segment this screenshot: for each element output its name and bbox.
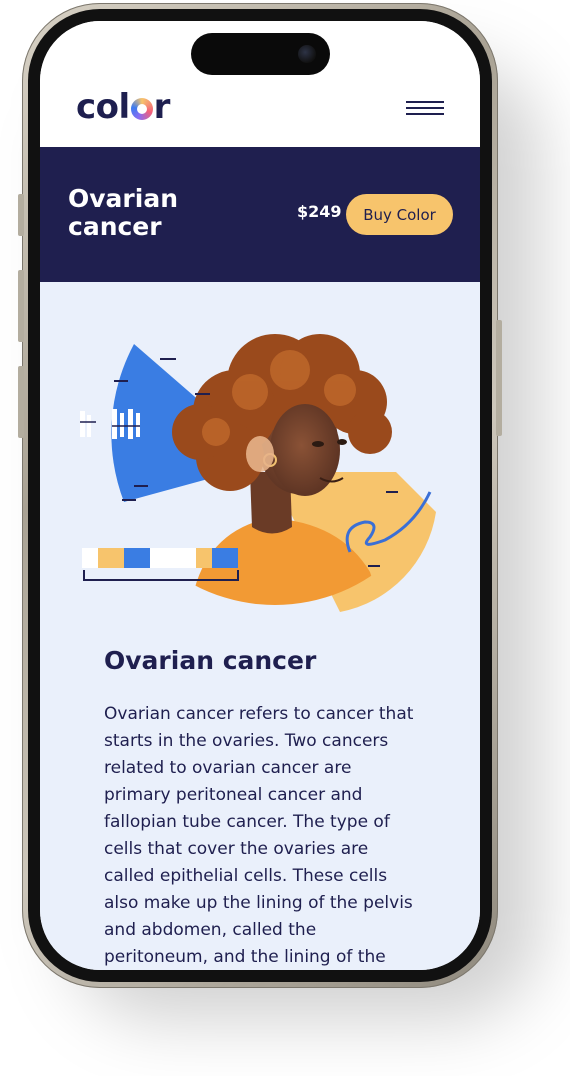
buy-color-button[interactable]: Buy Color [346,194,453,235]
pixel-decoration [80,409,140,439]
menu-line [406,107,444,109]
phone-action-button [18,194,24,236]
menu-line [406,113,444,115]
banner-title: Ovarian cancer [68,184,178,241]
hero-illustration [80,334,436,612]
menu-line [406,101,444,103]
phone-screen: col r Ovarian cancer $249 Buy Color Ovar… [40,21,480,970]
color-logo[interactable]: col r [76,87,170,127]
phone-volume-down-button [18,366,24,438]
dynamic-island [191,33,330,75]
logo-ring-icon [130,98,153,120]
product-banner: Ovarian cancer $249 Buy Color [40,147,480,282]
hamburger-menu-icon[interactable] [406,101,444,123]
logo-text-prefix: col [76,87,130,127]
article-title: Ovarian cancer [104,646,317,675]
price-label: $249 [297,202,342,221]
article-section: Ovarian cancer Ovarian cancer refers to … [40,282,480,970]
camera-icon [298,45,316,63]
article-body-text: Ovarian cancer refers to cancer that sta… [104,704,414,967]
mockup-stage: col r Ovarian cancer $249 Buy Color Ovar… [0,0,570,1076]
phone-volume-up-button [18,270,24,342]
logo-text-suffix: r [153,87,171,127]
phone-power-button [496,320,502,436]
